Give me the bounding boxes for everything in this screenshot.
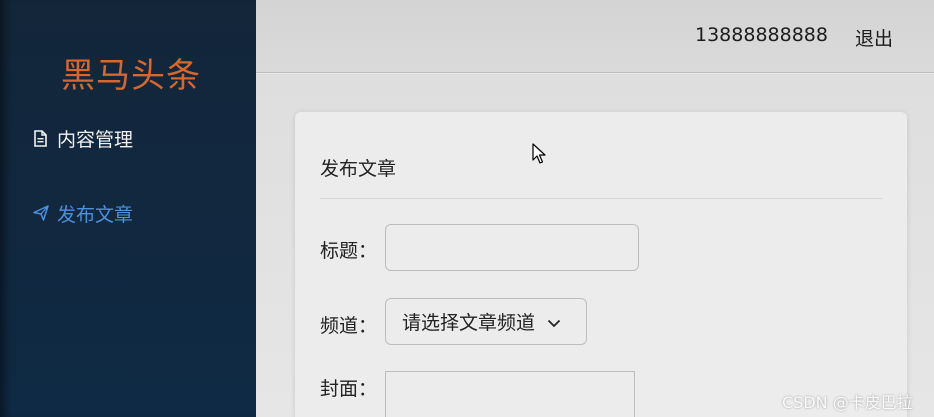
chevron-down-icon bbox=[547, 311, 561, 333]
channel-label: 频道： bbox=[320, 315, 378, 337]
cover-upload-box[interactable] bbox=[385, 371, 635, 417]
sidebar-item-label: 发布文章 bbox=[57, 203, 134, 226]
channel-select[interactable]: 请选择文章频道 bbox=[385, 298, 587, 345]
user-phone: 13888888888 bbox=[695, 24, 828, 46]
document-icon bbox=[32, 129, 49, 147]
sidebar-item-publish-article[interactable]: 发布文章 bbox=[32, 198, 133, 228]
sidebar-item-content-management[interactable]: 内容管理 bbox=[32, 123, 133, 153]
mouse-pointer-icon bbox=[532, 143, 546, 165]
title-input[interactable] bbox=[385, 224, 639, 271]
watermark: CSDN @卡皮巴拉 bbox=[782, 393, 913, 412]
logout-button[interactable]: 退出 bbox=[855, 24, 893, 51]
cover-label: 封面： bbox=[320, 378, 378, 400]
card-divider bbox=[320, 198, 882, 199]
title-label: 标题： bbox=[320, 240, 378, 262]
channel-select-placeholder: 请选择文章频道 bbox=[402, 312, 536, 334]
card-title: 发布文章 bbox=[320, 158, 397, 180]
send-icon bbox=[32, 205, 49, 222]
top-header bbox=[256, 0, 934, 73]
sidebar: 黑马头条 内容管理 发布文章 bbox=[0, 0, 256, 417]
brand-logo-text: 黑马头条 bbox=[61, 56, 201, 96]
sidebar-item-label: 内容管理 bbox=[57, 128, 134, 151]
